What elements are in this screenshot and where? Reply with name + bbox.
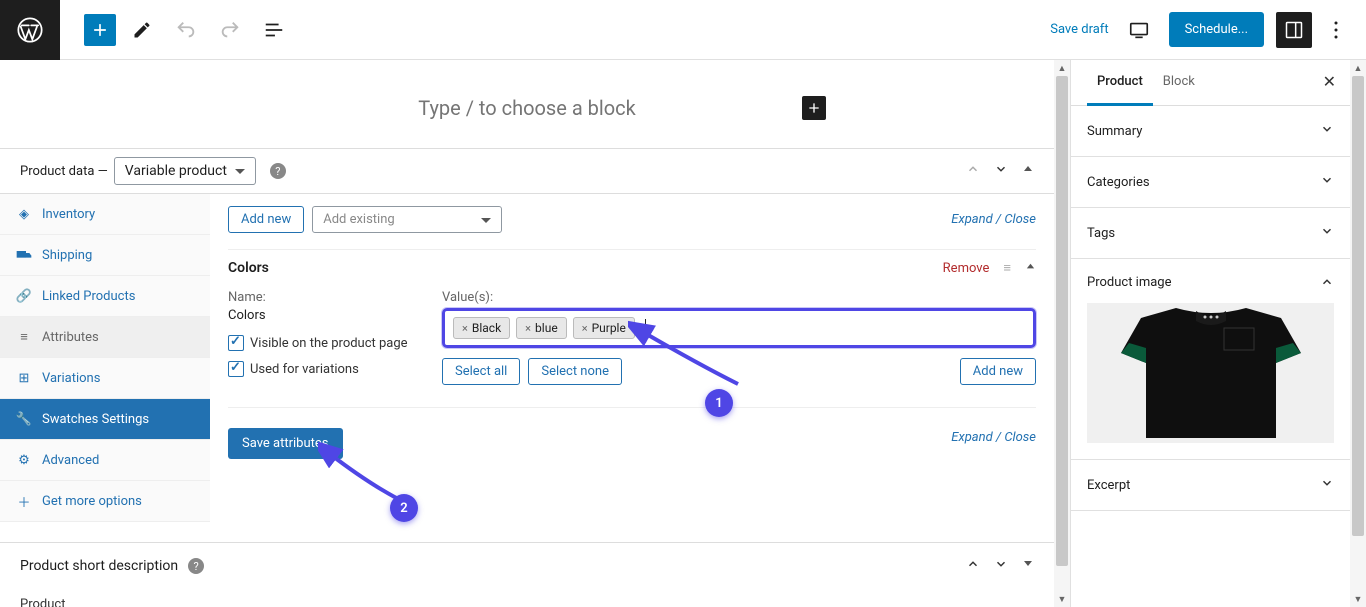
chevron-down-icon <box>1320 476 1334 494</box>
attribute-title: Colors <box>228 260 269 276</box>
add-new-attribute-button[interactable]: Add new <box>228 206 304 233</box>
remove-tag-icon[interactable]: × <box>525 322 531 335</box>
close-sidebar-icon[interactable]: ✕ <box>1323 72 1336 91</box>
tag-blue[interactable]: ×blue <box>516 317 567 339</box>
values-label: Value(s): <box>442 290 1036 305</box>
expand-close-link[interactable]: Expand / Close <box>951 212 1036 227</box>
tab-shipping[interactable]: Shipping <box>0 235 210 276</box>
block-placeholder-text[interactable]: Type / to choose a block <box>418 96 636 120</box>
inline-inserter-button[interactable] <box>802 96 826 120</box>
tab-advanced[interactable]: ⚙Advanced <box>0 440 210 481</box>
caret-down-icon[interactable] <box>1022 557 1034 575</box>
sidebar-tab-product[interactable]: Product <box>1087 60 1153 106</box>
panel-categories[interactable]: Categories <box>1071 157 1350 208</box>
product-data-content: Add new Add existing Expand / Close Colo… <box>210 194 1054 522</box>
link-icon: 🔗 <box>16 288 32 304</box>
grid-icon: ⊞ <box>16 370 32 386</box>
add-block-button[interactable] <box>84 14 116 46</box>
annotation-badge-1: 1 <box>705 389 733 417</box>
chevron-up-icon[interactable] <box>966 557 980 575</box>
tab-swatches-settings[interactable]: 🔧Swatches Settings <box>0 399 210 440</box>
outline-icon[interactable] <box>256 12 292 48</box>
top-toolbar: Save draft Schedule... <box>0 0 1366 60</box>
gear-icon: ⚙ <box>16 452 32 468</box>
help-icon[interactable]: ? <box>270 163 286 179</box>
schedule-button[interactable]: Schedule... <box>1169 12 1264 47</box>
chevron-up-icon <box>1320 275 1334 293</box>
select-all-button[interactable]: Select all <box>442 358 520 385</box>
chevron-down-icon <box>1320 224 1334 242</box>
editor-scrollbar[interactable]: ▲ ▼ <box>1054 60 1070 607</box>
tag-black[interactable]: ×Black <box>453 317 510 339</box>
panel-product-image[interactable]: Product image <box>1071 259 1350 460</box>
save-draft-link[interactable]: Save draft <box>1050 22 1108 37</box>
chevron-down-icon[interactable] <box>994 162 1008 180</box>
visible-label: Visible on the product page <box>250 336 408 351</box>
redo-icon[interactable] <box>212 12 248 48</box>
variations-label: Used for variations <box>250 362 359 377</box>
panel-tags[interactable]: Tags <box>1071 208 1350 259</box>
name-label: Name: <box>228 290 418 305</box>
remove-attribute-link[interactable]: Remove <box>943 261 990 276</box>
drag-handle-icon[interactable]: ≡ <box>1003 260 1011 276</box>
preview-button[interactable] <box>1121 12 1157 48</box>
chevron-up-icon[interactable] <box>966 162 980 180</box>
chevron-down-icon <box>1320 122 1334 140</box>
settings-sidebar: Product Block ✕ Summary Categories Tags … <box>1070 60 1350 607</box>
collapse-icon[interactable] <box>1025 261 1036 276</box>
edit-tool-icon[interactable] <box>124 12 160 48</box>
remove-tag-icon[interactable]: × <box>462 322 468 335</box>
list-icon: ≡ <box>16 329 32 345</box>
annotation-badge-2: 2 <box>390 494 418 522</box>
plus-icon: ＋ <box>16 493 32 509</box>
short-description-label: Product short description <box>20 558 178 574</box>
tab-more-options[interactable]: ＋Get more options <box>0 481 210 522</box>
panel-summary[interactable]: Summary <box>1071 106 1350 157</box>
select-none-button[interactable]: Select none <box>528 358 622 385</box>
tab-linked-products[interactable]: 🔗Linked Products <box>0 276 210 317</box>
chevron-down-icon <box>1320 173 1334 191</box>
save-attributes-button[interactable]: Save attributes <box>228 428 343 459</box>
product-footer-text: Product <box>0 589 1054 607</box>
sidebar-tab-block[interactable]: Block <box>1153 60 1205 105</box>
editor-canvas: Type / to choose a block Product data — … <box>0 60 1054 607</box>
wp-logo[interactable] <box>0 0 60 60</box>
variations-checkbox[interactable] <box>228 361 244 377</box>
settings-panel-button[interactable] <box>1276 12 1312 48</box>
name-value: Colors <box>228 308 418 323</box>
product-data-header: Product data — Variable product ? <box>0 148 1054 194</box>
truck-icon <box>16 247 32 263</box>
chevron-down-icon[interactable] <box>994 557 1008 575</box>
caret-up-icon[interactable] <box>1022 163 1034 179</box>
visible-checkbox[interactable] <box>228 335 244 351</box>
window-scrollbar[interactable]: ▲ ▼ <box>1350 60 1366 607</box>
add-new-value-button[interactable]: Add new <box>960 358 1036 385</box>
tag-purple[interactable]: ×Purple <box>573 317 635 339</box>
product-type-select[interactable]: Variable product <box>114 157 256 185</box>
short-description-header: Product short description ? <box>0 542 1054 589</box>
add-existing-select[interactable]: Add existing <box>312 206 502 233</box>
undo-icon[interactable] <box>168 12 204 48</box>
product-image-thumbnail[interactable] <box>1087 303 1334 443</box>
inventory-icon: ◈ <box>16 206 32 222</box>
remove-tag-icon[interactable]: × <box>582 322 588 335</box>
product-data-tabs: ◈Inventory Shipping 🔗Linked Products ≡At… <box>0 194 210 522</box>
tab-attributes[interactable]: ≡Attributes <box>0 317 210 358</box>
expand-close-link-bottom[interactable]: Expand / Close <box>951 430 1036 445</box>
product-data-label: Product data — <box>20 164 108 179</box>
values-input[interactable]: ×Black ×blue ×Purple <box>442 308 1036 348</box>
help-icon[interactable]: ? <box>188 558 204 574</box>
more-options-icon[interactable] <box>1324 12 1348 48</box>
tab-variations[interactable]: ⊞Variations <box>0 358 210 399</box>
wrench-icon: 🔧 <box>16 411 32 427</box>
tab-inventory[interactable]: ◈Inventory <box>0 194 210 235</box>
panel-excerpt[interactable]: Excerpt <box>1071 460 1350 511</box>
